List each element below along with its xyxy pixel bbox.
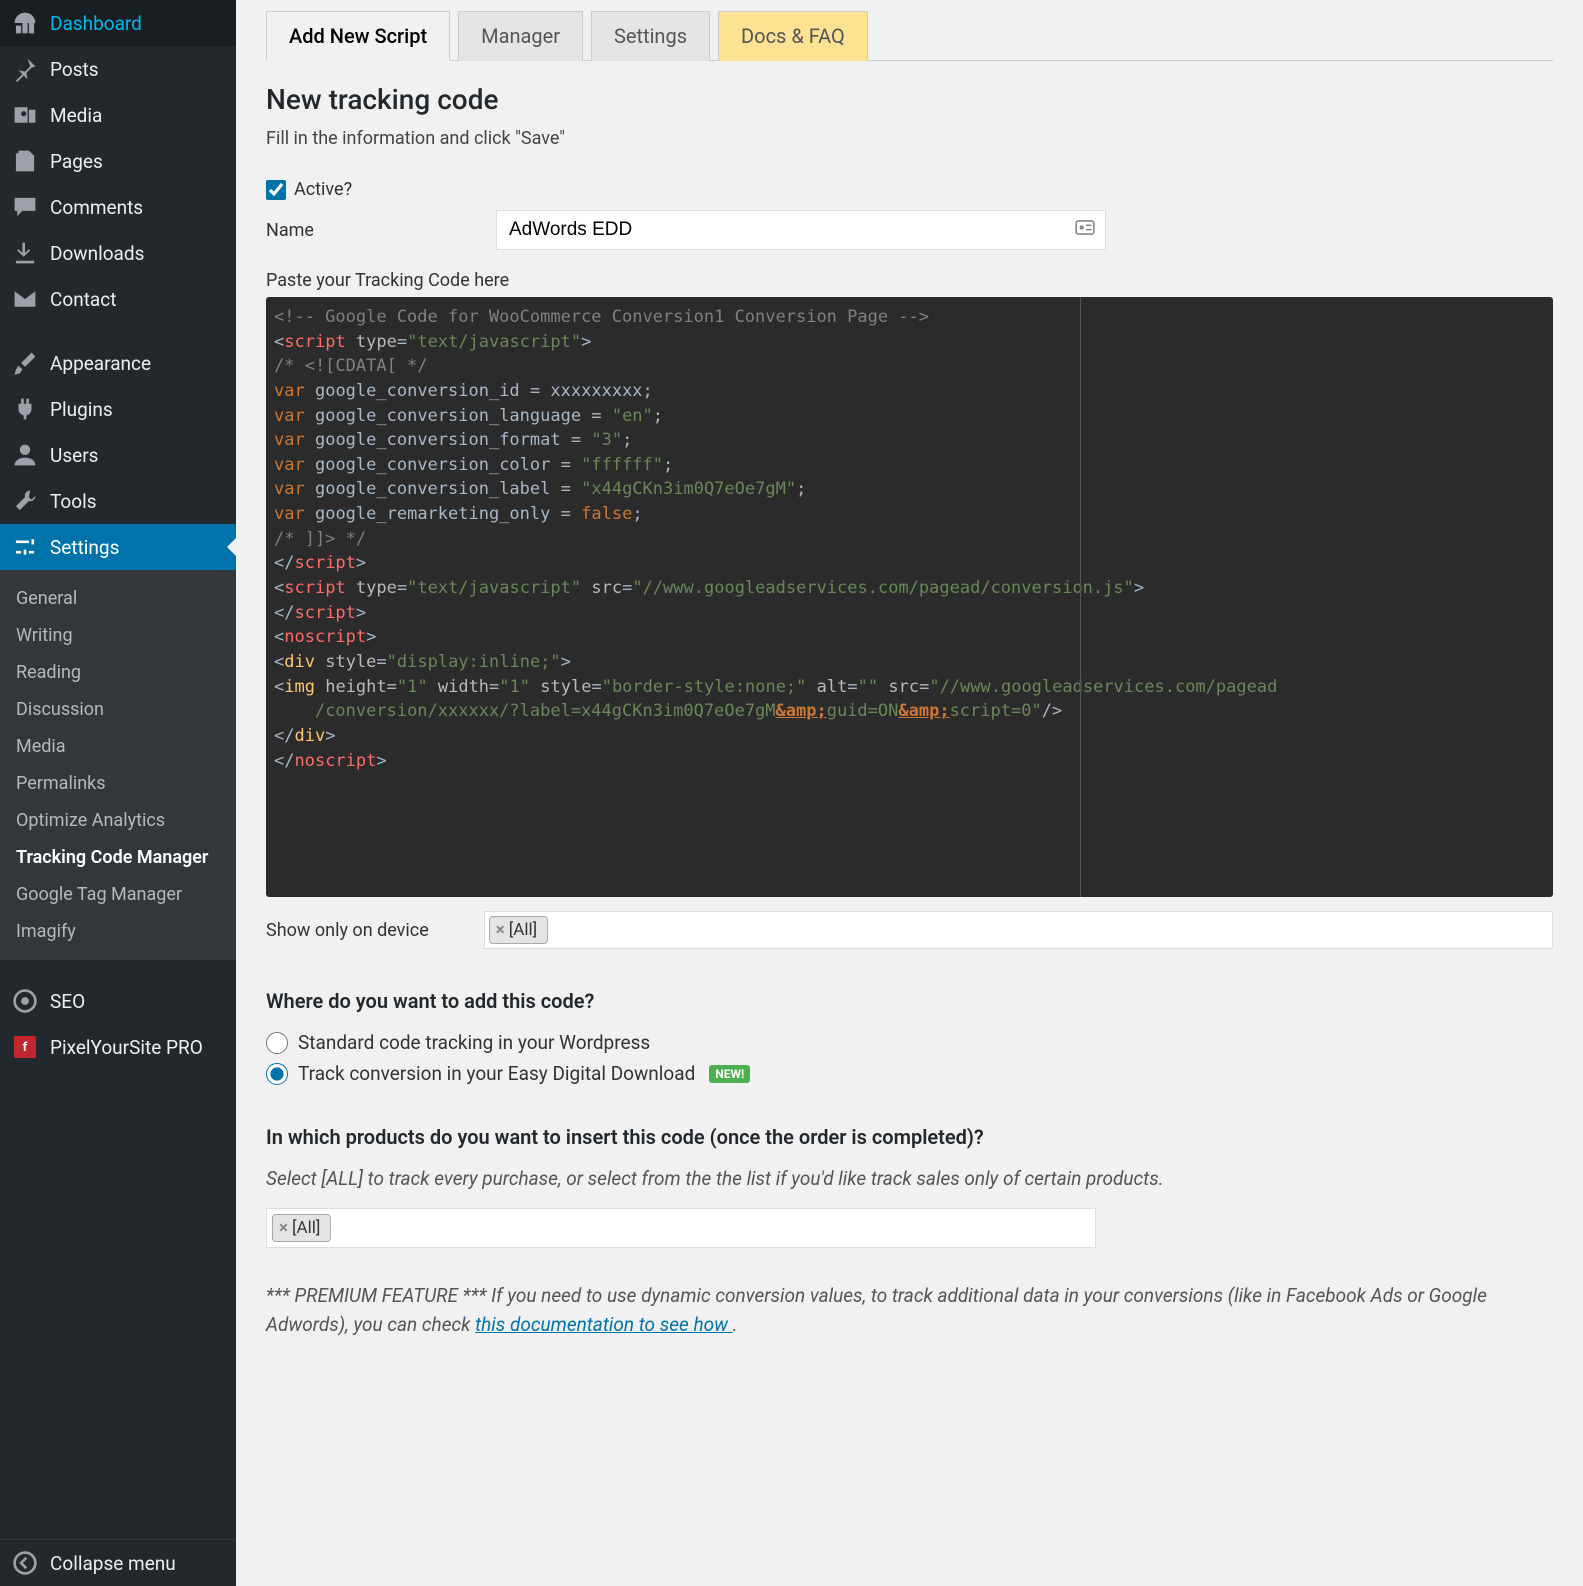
sidebar-item-contact[interactable]: Contact: [0, 276, 236, 322]
mail-icon: [12, 286, 38, 312]
admin-sidebar: Dashboard Posts Media Pages Comments Dow…: [0, 0, 236, 1586]
sidebar-item-settings[interactable]: Settings: [0, 524, 236, 570]
sidebar-item-media[interactable]: Media: [0, 92, 236, 138]
sidebar-label: Downloads: [50, 242, 144, 265]
submenu-writing[interactable]: Writing: [0, 617, 236, 654]
products-help: Select [ALL] to track every purchase, or…: [266, 1167, 1553, 1190]
sidebar-item-plugins[interactable]: Plugins: [0, 386, 236, 432]
submenu-tracking-code[interactable]: Tracking Code Manager: [0, 839, 236, 876]
page-subtitle: Fill in the information and click "Save": [266, 128, 1553, 149]
brush-icon: [12, 350, 38, 376]
input-icon: [1074, 217, 1096, 244]
tab-add-new[interactable]: Add New Script: [266, 11, 450, 61]
tracking-code-editor[interactable]: <!-- Google Code for WooCommerce Convers…: [266, 297, 1553, 897]
sidebar-label: PixelYourSite PRO: [50, 1036, 203, 1059]
settings-submenu: General Writing Reading Discussion Media…: [0, 570, 236, 960]
dashboard-icon: [12, 10, 38, 36]
premium-doc-link[interactable]: this documentation to see how: [475, 1313, 733, 1336]
sidebar-label: Settings: [50, 536, 119, 559]
submenu-general[interactable]: General: [0, 580, 236, 617]
new-badge: NEW!: [709, 1065, 750, 1083]
products-select[interactable]: × [All]: [266, 1208, 1096, 1248]
submenu-gtm[interactable]: Google Tag Manager: [0, 876, 236, 913]
sidebar-label: Posts: [50, 58, 99, 81]
page-title: New tracking code: [266, 83, 1553, 116]
name-label: Name: [266, 220, 496, 241]
media-icon: [12, 102, 38, 128]
active-checkbox[interactable]: [266, 180, 286, 200]
sidebar-item-users[interactable]: Users: [0, 432, 236, 478]
radio-edd[interactable]: [266, 1063, 288, 1085]
sidebar-item-posts[interactable]: Posts: [0, 46, 236, 92]
submenu-permalinks[interactable]: Permalinks: [0, 765, 236, 802]
sidebar-item-pages[interactable]: Pages: [0, 138, 236, 184]
device-tag[interactable]: × [All]: [489, 916, 548, 944]
download-icon: [12, 240, 38, 266]
submenu-discussion[interactable]: Discussion: [0, 691, 236, 728]
sidebar-label: Dashboard: [50, 12, 142, 35]
sidebar-label: SEO: [50, 990, 85, 1013]
sidebar-label: Comments: [50, 196, 143, 219]
sidebar-label: Users: [50, 444, 98, 467]
comments-icon: [12, 194, 38, 220]
wrench-icon: [12, 488, 38, 514]
remove-tag-icon[interactable]: ×: [496, 920, 505, 940]
sidebar-label: Media: [50, 104, 102, 127]
radio-standard[interactable]: [266, 1032, 288, 1054]
sidebar-label: Collapse menu: [50, 1552, 176, 1575]
paste-label: Paste your Tracking Code here: [266, 270, 1553, 291]
radio-edd-label: Track conversion in your Easy Digital Do…: [298, 1062, 695, 1085]
sidebar-label: Contact: [50, 288, 116, 311]
sidebar-item-pixelyoursite[interactable]: f PixelYourSite PRO: [0, 1024, 236, 1070]
submenu-media[interactable]: Media: [0, 728, 236, 765]
sidebar-label: Tools: [50, 490, 97, 513]
tab-settings[interactable]: Settings: [591, 11, 710, 61]
sidebar-item-seo[interactable]: SEO: [0, 978, 236, 1024]
tab-manager[interactable]: Manager: [458, 11, 583, 61]
radio-standard-label: Standard code tracking in your Wordpress: [298, 1031, 650, 1054]
submenu-imagify[interactable]: Imagify: [0, 913, 236, 950]
sliders-icon: [12, 534, 38, 560]
tab-docs[interactable]: Docs & FAQ: [718, 11, 868, 61]
seo-icon: [12, 988, 38, 1014]
submenu-optimize[interactable]: Optimize Analytics: [0, 802, 236, 839]
premium-note: *** PREMIUM FEATURE *** If you need to u…: [266, 1282, 1553, 1339]
device-select[interactable]: × [All]: [484, 911, 1553, 949]
pin-icon: [12, 56, 38, 82]
products-tag[interactable]: × [All]: [272, 1214, 331, 1242]
pages-icon: [12, 148, 38, 174]
section-products: In which products do you want to insert …: [266, 1125, 1553, 1149]
sidebar-item-downloads[interactable]: Downloads: [0, 230, 236, 276]
pys-icon: f: [12, 1034, 38, 1060]
plug-icon: [12, 396, 38, 422]
sidebar-item-tools[interactable]: Tools: [0, 478, 236, 524]
remove-tag-icon[interactable]: ×: [279, 1218, 288, 1238]
user-icon: [12, 442, 38, 468]
sidebar-item-dashboard[interactable]: Dashboard: [0, 0, 236, 46]
main-content: Add New Script Manager Settings Docs & F…: [236, 0, 1583, 1586]
submenu-reading[interactable]: Reading: [0, 654, 236, 691]
active-label: Active?: [294, 179, 352, 200]
sidebar-label: Pages: [50, 150, 103, 173]
tab-bar: Add New Script Manager Settings Docs & F…: [266, 10, 1553, 61]
name-input[interactable]: [496, 210, 1106, 250]
sidebar-item-appearance[interactable]: Appearance: [0, 340, 236, 386]
sidebar-label: Appearance: [50, 352, 151, 375]
sidebar-item-comments[interactable]: Comments: [0, 184, 236, 230]
sidebar-label: Plugins: [50, 398, 113, 421]
section-where: Where do you want to add this code?: [266, 989, 1553, 1013]
collapse-icon: [12, 1550, 38, 1576]
collapse-menu[interactable]: Collapse menu: [0, 1539, 236, 1586]
device-label: Show only on device: [266, 920, 429, 941]
